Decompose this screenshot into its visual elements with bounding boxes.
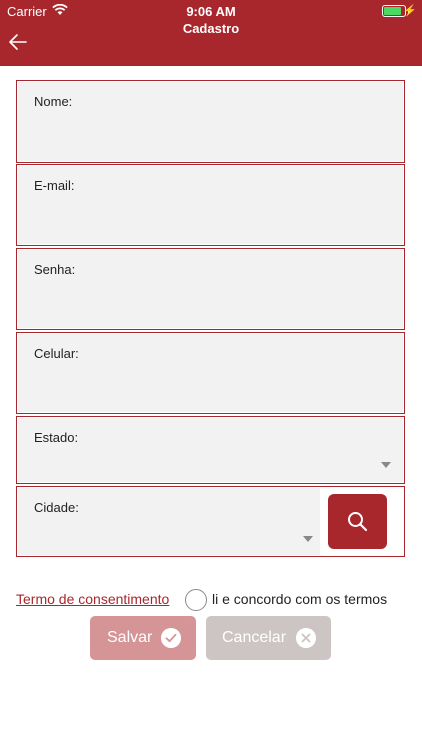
consent-terms-link[interactable]: Termo de consentimento xyxy=(16,591,169,607)
status-time: 9:06 AM xyxy=(186,4,236,19)
estado-dropdown-caret-icon[interactable] xyxy=(381,462,391,468)
status-bar: Carrier 9:06 AM ⚡ xyxy=(0,0,422,22)
save-button[interactable]: Salvar xyxy=(90,616,196,660)
senha-input[interactable] xyxy=(34,283,394,311)
celular-field[interactable]: Celular: xyxy=(16,332,405,414)
email-field[interactable]: E-mail: xyxy=(16,164,405,246)
search-button[interactable] xyxy=(328,494,387,549)
email-input[interactable] xyxy=(34,199,394,227)
email-label: E-mail: xyxy=(34,178,75,193)
cidade-label: Cidade: xyxy=(34,500,79,515)
cidade-select-value[interactable] xyxy=(34,529,304,547)
nome-field[interactable]: Nome: xyxy=(16,80,405,163)
battery-level xyxy=(384,7,401,15)
senha-field[interactable]: Senha: xyxy=(16,248,405,330)
cidade-dropdown-caret-icon[interactable] xyxy=(303,536,313,542)
estado-select-value[interactable] xyxy=(34,455,394,473)
close-circle-icon xyxy=(296,628,316,648)
nome-label: Nome: xyxy=(34,94,73,109)
charging-bolt-icon: ⚡ xyxy=(403,5,417,17)
consent-checkbox-label: li e concordo com os termos xyxy=(212,591,388,607)
check-circle-icon xyxy=(161,628,181,648)
celular-label: Celular: xyxy=(34,346,79,361)
search-icon xyxy=(348,512,368,532)
nome-input[interactable] xyxy=(34,115,394,143)
senha-label: Senha: xyxy=(34,262,76,277)
celular-input[interactable] xyxy=(34,367,394,395)
app-header: Carrier 9:06 AM ⚡ Cadastro xyxy=(0,0,422,66)
cancel-button[interactable]: Cancelar xyxy=(206,616,331,660)
cancel-button-label: Cancelar xyxy=(222,629,287,646)
consent-radio[interactable] xyxy=(185,589,207,611)
estado-field[interactable]: Estado: xyxy=(16,416,405,484)
page-title: Cadastro xyxy=(182,21,240,36)
estado-label: Estado: xyxy=(34,430,79,445)
save-button-label: Salvar xyxy=(107,629,153,646)
